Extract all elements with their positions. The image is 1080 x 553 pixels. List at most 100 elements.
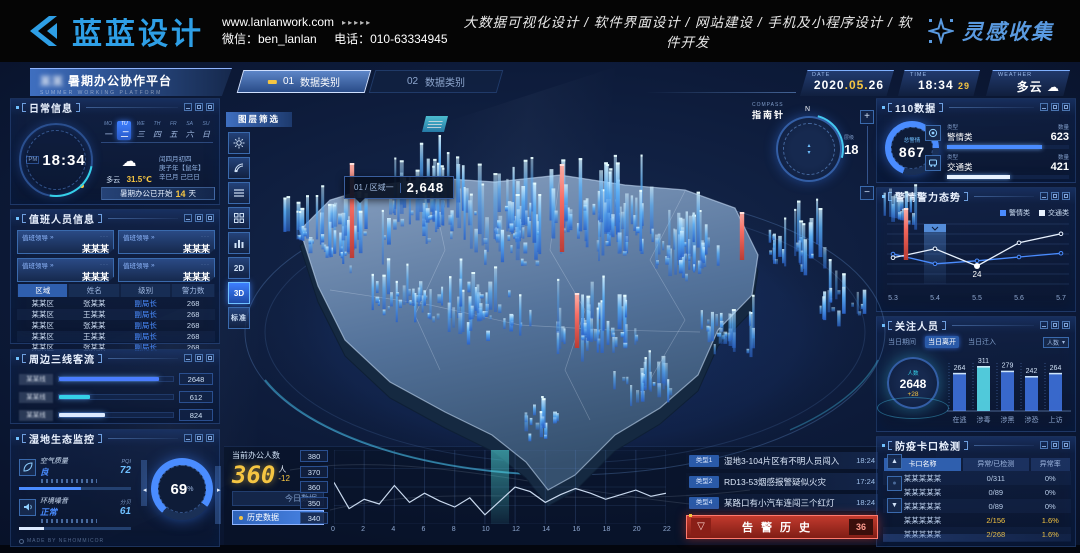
duty-card[interactable]: 值班领导»··· 某某某	[17, 258, 114, 282]
weekday[interactable]: MO一	[101, 121, 115, 140]
expand-icon[interactable]	[1062, 321, 1070, 329]
zoom-out-button[interactable]: −	[860, 186, 874, 200]
expand-icon[interactable]	[206, 214, 214, 222]
more-icon[interactable]: ···	[201, 234, 210, 240]
more-icon[interactable]: ···	[100, 262, 109, 268]
alert-row[interactable]: 类型2 RD13-53烟感报警疑似火灾 17:24	[686, 473, 878, 490]
window-icon[interactable]	[195, 214, 203, 222]
more-icon[interactable]: ···	[100, 234, 109, 240]
tab-daily-period[interactable]: 当日期间	[885, 336, 919, 348]
bar[interactable]	[977, 366, 990, 411]
grid-layer-button[interactable]	[228, 207, 250, 229]
signal-layer-button[interactable]	[228, 157, 250, 179]
window-icon[interactable]	[195, 354, 203, 362]
bar[interactable]	[1001, 371, 1014, 411]
alert-row[interactable]: 类型4 某路口有小汽车连闯三个红灯 18:24	[686, 494, 878, 511]
tab-data-category-1[interactable]: 01 数据类别	[237, 70, 372, 93]
column-header-rate[interactable]: 异常率	[1031, 458, 1070, 471]
expand-icon[interactable]	[206, 354, 214, 362]
table-row[interactable]: 某某区王某某副局长268	[17, 331, 215, 342]
window-icon[interactable]	[1051, 441, 1059, 449]
column-header-area[interactable]: 区域	[18, 284, 67, 297]
expand-icon[interactable]	[1062, 441, 1070, 449]
table-row[interactable]: 某某区张某某副局长268	[17, 320, 215, 331]
bar-value: 242	[1026, 368, 1038, 375]
table-row[interactable]: 某某某某某0/890%	[883, 485, 1071, 499]
bar[interactable]	[1049, 373, 1062, 411]
mode-2d-button[interactable]: 2D	[228, 257, 250, 279]
weekday-active[interactable]: TU二	[117, 121, 131, 140]
weekday[interactable]: WE三	[134, 121, 148, 140]
gauge-right-arrow[interactable]: ▸	[217, 486, 221, 494]
legend-item[interactable]: 交通类	[1039, 208, 1069, 218]
mode-3d-button[interactable]: 3D	[228, 282, 250, 304]
table-row[interactable]: 某某区王某某副局长268	[17, 309, 215, 320]
table-row-warning[interactable]: 某某某某某2/1561.6%	[883, 513, 1071, 527]
map-marker-flag[interactable]	[422, 116, 448, 132]
weekday[interactable]: FR五	[166, 121, 180, 140]
legend-item[interactable]: 警情类	[1000, 208, 1030, 218]
minimize-icon[interactable]	[184, 434, 192, 442]
weekday[interactable]: SU日	[199, 121, 213, 140]
metric-bar[interactable]	[19, 527, 131, 530]
minimize-icon[interactable]	[1040, 103, 1048, 111]
expand-icon[interactable]	[206, 103, 214, 111]
zoom-in-button[interactable]: +	[860, 110, 874, 124]
column-header-count[interactable]: 警力数	[172, 284, 214, 297]
duty-card[interactable]: 值班领导»··· 某某某	[118, 230, 215, 254]
column-header-name[interactable]: 姓名	[69, 284, 118, 297]
weekday[interactable]: TH四	[150, 121, 164, 140]
zoom-slider-track[interactable]	[867, 126, 868, 184]
window-icon[interactable]	[1051, 321, 1059, 329]
minimize-icon[interactable]	[184, 103, 192, 111]
expand-icon[interactable]	[1062, 192, 1070, 200]
window-icon[interactable]	[195, 103, 203, 111]
window-icon[interactable]	[195, 434, 203, 442]
bar[interactable]	[953, 373, 966, 411]
column-header-checked[interactable]: 异常/已检测	[963, 458, 1029, 471]
alert-history-banner[interactable]: ▽ 告警历史 36	[686, 515, 878, 539]
data-point	[933, 262, 937, 266]
column-header-level[interactable]: 级别	[121, 284, 170, 297]
tab-data-category-2[interactable]: 02 数据类别	[369, 70, 504, 93]
scroll-dot-button[interactable]: ●	[887, 476, 902, 491]
compass-rose[interactable]: ▴▾	[776, 116, 842, 182]
gauge-left-arrow[interactable]: ◂	[143, 486, 147, 494]
standard-layer-button[interactable]: 标准	[228, 307, 250, 329]
window-icon[interactable]	[1051, 192, 1059, 200]
metric-bar[interactable]	[19, 487, 131, 490]
scroll-up-button[interactable]: ▲	[887, 454, 902, 469]
table-row[interactable]: 某某某某某0/890%	[883, 499, 1071, 513]
window-icon[interactable]	[1051, 103, 1059, 111]
chart-layer-button[interactable]	[228, 232, 250, 254]
minimize-icon[interactable]	[1040, 192, 1048, 200]
table-row[interactable]: 某某某某某0/3110%	[883, 471, 1071, 485]
minimize-icon[interactable]	[1040, 321, 1048, 329]
clock-widget: PM 18:34	[19, 123, 93, 197]
expand-icon[interactable]	[206, 434, 214, 442]
inspiration-collect[interactable]: 灵感收集	[928, 16, 1054, 46]
weekday[interactable]: SA六	[183, 121, 197, 140]
expand-icon[interactable]	[1062, 103, 1070, 111]
band-tab[interactable]	[924, 224, 946, 232]
list-layer-button[interactable]	[228, 182, 250, 204]
more-icon[interactable]: ···	[201, 262, 210, 268]
map-bar	[612, 333, 615, 340]
scroll-down-button[interactable]: ▼	[887, 498, 902, 513]
alert-row[interactable]: 类型1 湿地3-104片区有不明人员闯入 18:24	[686, 452, 878, 469]
map-bar	[508, 201, 512, 228]
tick-icon	[882, 195, 885, 198]
count-bar	[947, 175, 1069, 179]
table-row[interactable]: 某某区张某某副局长268	[17, 298, 215, 309]
website-link[interactable]: www.lanlanwork.com	[222, 14, 334, 31]
bar[interactable]	[1025, 376, 1038, 411]
minimize-icon[interactable]	[184, 214, 192, 222]
duty-card[interactable]: 值班领导»··· 某某某	[118, 258, 215, 282]
minimize-icon[interactable]	[184, 354, 192, 362]
map-bar	[470, 194, 473, 249]
duty-card[interactable]: 值班领导»··· 某某某	[17, 230, 114, 254]
map-bar	[607, 199, 611, 231]
map-bar	[283, 198, 286, 232]
minimize-icon[interactable]	[1040, 441, 1048, 449]
settings-gear-button[interactable]	[228, 132, 250, 154]
